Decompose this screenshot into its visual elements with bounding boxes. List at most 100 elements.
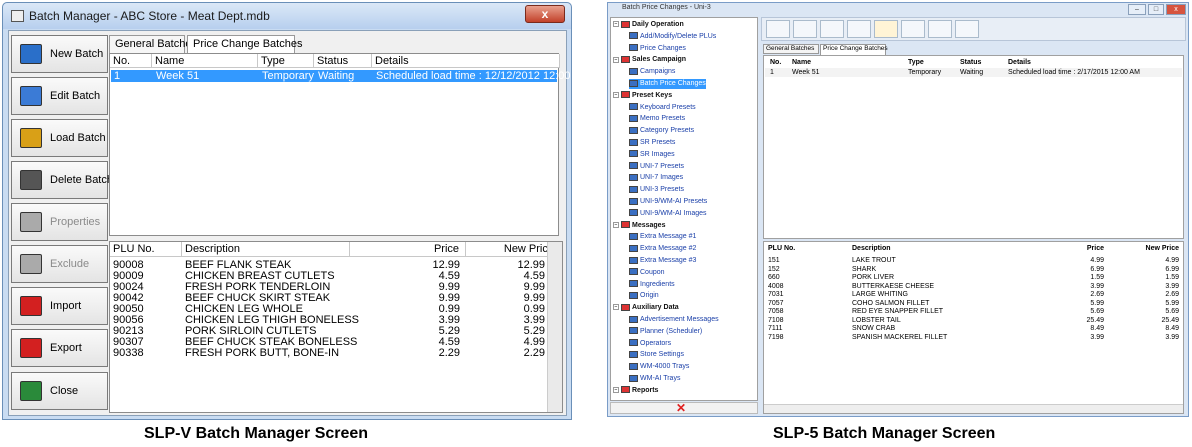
tree-item[interactable]: Planner (Scheduler) [629, 327, 702, 337]
table-cell-2: 5.99 [1090, 299, 1104, 307]
batch-column-header[interactable]: Details [372, 54, 560, 68]
table-row[interactable]: 1 Week 51 Temporary Waiting Scheduled load t… [111, 70, 589, 82]
batch-column-header-2[interactable]: Details [1008, 59, 1031, 66]
delete-batch-icon[interactable] [820, 20, 844, 38]
tree-item[interactable]: Coupon [629, 268, 665, 278]
tree-item[interactable]: − Reports [613, 386, 658, 396]
expand-toggle-icon[interactable]: − [613, 304, 619, 311]
tree-item[interactable]: Memo Presets [629, 114, 685, 124]
batch-column-header[interactable]: Status [314, 54, 372, 68]
item-list[interactable]: PLU No. Description Price New Price 90008 BEE… [109, 241, 563, 413]
item-column-header-2[interactable]: Description [852, 245, 891, 252]
properties-button[interactable]: Properties [11, 203, 108, 241]
tree-item[interactable]: Batch Price Changes [629, 79, 706, 89]
edit-batch-icon[interactable] [793, 20, 817, 38]
new-batch-button[interactable]: New Batch [11, 35, 108, 73]
tree-node-icon [629, 150, 638, 158]
tree-node-icon [629, 268, 638, 276]
item-list-2[interactable]: PLU No. Description Price New Price 151 LAKE … [763, 241, 1184, 414]
tree-item[interactable]: UNI-7 Presets [629, 162, 684, 172]
tree-item[interactable]: WM-4000 Trays [629, 362, 689, 372]
export-icon[interactable] [955, 20, 979, 38]
import-button[interactable]: Import [11, 287, 108, 325]
expand-toggle-icon[interactable]: − [613, 221, 619, 228]
tree-item[interactable]: Extra Message #1 [629, 232, 696, 242]
batch-column-header-2[interactable]: Type [908, 59, 924, 66]
tree-item[interactable]: − Preset Keys [613, 91, 672, 101]
item-column-header-2[interactable]: New Price [1104, 245, 1179, 252]
expand-toggle-icon[interactable]: − [613, 56, 619, 63]
tree-item[interactable]: Operators [629, 339, 671, 349]
batch-column-header-2[interactable]: No. [770, 59, 781, 66]
exclude-icon[interactable] [901, 20, 925, 38]
close-window-button-2[interactable]: x [1166, 4, 1186, 15]
tree-item[interactable]: SR Images [629, 150, 675, 160]
table-cell-2: 3.99 [1165, 333, 1179, 341]
delete-x-icon[interactable]: ✕ [676, 402, 686, 414]
expand-toggle-icon[interactable]: − [613, 386, 619, 393]
tree-item[interactable]: Advertisement Messages [629, 315, 719, 325]
batch-column-header[interactable]: Type [258, 54, 314, 68]
minimize-button[interactable]: – [1128, 4, 1146, 15]
batch-list-2[interactable]: No. Name Type Status Details 1 Week 51 Temporar… [763, 55, 1184, 239]
tree-item[interactable]: WM-AI Trays [629, 374, 680, 384]
item-column-header-2[interactable]: Price [1044, 245, 1104, 252]
load-batch-button[interactable]: Load Batch [11, 119, 108, 157]
properties-icon[interactable] [874, 20, 898, 38]
tree-item[interactable]: Store Settings [629, 350, 684, 360]
item-column-header-2[interactable]: PLU No. [768, 245, 795, 252]
item-column-header[interactable]: PLU No. [110, 242, 182, 257]
tab-general-batches-2[interactable]: General Batches [763, 44, 819, 54]
item-column-header[interactable]: Description [182, 242, 350, 257]
batch-column-header-2[interactable]: Status [960, 59, 981, 66]
batch-column-header[interactable]: Name [152, 54, 258, 68]
tab-price-change-batches[interactable]: Price Change Batches [187, 35, 302, 54]
tab-general-batches[interactable]: General Batches [109, 35, 197, 53]
close-window-button[interactable]: x [525, 5, 565, 23]
expand-toggle-icon[interactable]: − [613, 21, 619, 28]
tree-item[interactable]: Origin [629, 291, 659, 301]
expand-toggle-icon[interactable]: − [613, 91, 619, 98]
load-batch-icon[interactable] [847, 20, 871, 38]
tree-item[interactable]: Price Changes [629, 44, 686, 54]
tree-item[interactable]: Category Presets [629, 126, 694, 136]
tree-item[interactable]: SR Presets [629, 138, 675, 148]
tree-node-icon [621, 91, 630, 99]
new-batch-icon[interactable] [766, 20, 790, 38]
table-cell-2: 3.99 [1165, 282, 1179, 290]
item-column-header[interactable]: Price [350, 242, 466, 257]
table-cell: Waiting [318, 70, 355, 82]
export-button[interactable]: Export [11, 329, 108, 367]
tree-item[interactable]: − Auxiliary Data [613, 303, 679, 313]
vertical-scrollbar[interactable] [547, 242, 562, 412]
batch-list[interactable]: No. Name Type Status Details 1 Week 51 Temporar… [109, 53, 589, 236]
tree-item-label: UNI-9/WM-AI Presets [640, 198, 708, 205]
tree-item[interactable]: Extra Message #2 [629, 244, 696, 254]
import-icon[interactable] [928, 20, 952, 38]
tree-item[interactable]: Ingredients [629, 280, 675, 290]
tree-item[interactable]: Keyboard Presets [629, 103, 696, 113]
tree-item[interactable]: − Daily Operation [613, 20, 684, 30]
tree-item[interactable]: Campaigns [629, 67, 675, 77]
table-cell-2: Waiting [960, 69, 984, 76]
tree-item[interactable]: − Sales Campaign [613, 55, 686, 65]
tree-item[interactable]: UNI-9/WM-AI Presets [629, 197, 707, 207]
delete-batch-button[interactable]: Delete Batch [11, 161, 113, 199]
close-button[interactable]: Close [11, 372, 108, 410]
tree-item[interactable]: Add/Modify/Delete PLUs [629, 32, 716, 42]
maximize-button[interactable]: □ [1148, 4, 1164, 15]
tree-item[interactable]: Extra Message #3 [629, 256, 696, 266]
tree-item[interactable]: UNI-9/WM-AI Images [629, 209, 707, 219]
tree-item[interactable]: UNI-3 Presets [629, 185, 684, 195]
exclude-button[interactable]: Exclude [11, 245, 108, 283]
tree-item[interactable]: UNI-7 Images [629, 173, 683, 183]
table-row-2[interactable]: 1 Week 51 Temporary Waiting Scheduled load t… [765, 68, 1182, 77]
tab-price-change-batches-2[interactable]: Price Change Batches [820, 44, 888, 55]
tree-item-label: UNI-7 Images [640, 174, 684, 182]
batch-column-header[interactable]: No. [110, 54, 152, 68]
navigation-tree[interactable]: − Daily Operation Add/Modify/Delete PLUs Pr… [610, 17, 758, 401]
horizontal-scrollbar[interactable] [764, 404, 1183, 413]
tree-item[interactable]: − Messages [613, 221, 665, 231]
edit-batch-button[interactable]: Edit Batch [11, 77, 108, 115]
batch-column-header-2[interactable]: Name [792, 59, 811, 66]
